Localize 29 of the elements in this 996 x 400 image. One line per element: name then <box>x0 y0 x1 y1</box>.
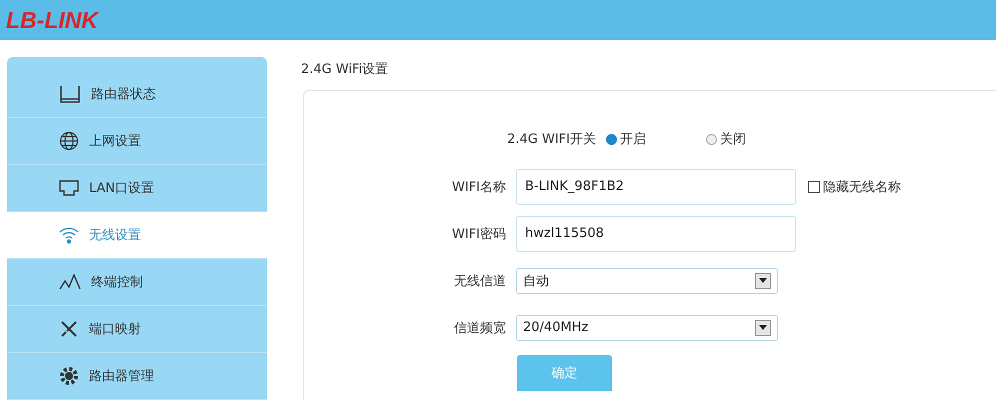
wifi-icon <box>59 226 79 244</box>
field-label: WIFI名称 <box>451 178 507 196</box>
sidebar-item[interactable]: 路由器管理 <box>7 353 267 400</box>
field-label: 2.4G WIFI开关 <box>506 131 597 148</box>
input-field[interactable]: B-LINK_98F1B2 <box>516 168 796 204</box>
field-label: 无线信道 <box>453 272 507 290</box>
radio-option[interactable]: 关闭 <box>706 130 806 148</box>
input-field[interactable]: hwzl115508 <box>516 216 796 252</box>
tools-icon <box>59 319 79 339</box>
router-icon <box>59 85 81 103</box>
gear-icon <box>59 366 79 386</box>
sidebar-item[interactable]: 路由器状态 <box>7 71 267 118</box>
sidebar-item[interactable]: 无线设置 <box>7 212 267 259</box>
line-graph-icon <box>59 274 81 290</box>
globe-icon <box>59 131 79 151</box>
sidebar-item[interactable]: 终端控制 <box>7 259 267 306</box>
section-title: 2.4G WiFi设置 <box>301 61 390 79</box>
field-label: 信道频宽 <box>453 320 507 336</box>
ethernet-port-icon <box>59 180 79 196</box>
caret-icon <box>755 320 771 336</box>
dropdown-field[interactable]: 自动 <box>516 268 778 294</box>
checkbox[interactable]: 隐藏无线名称 <box>808 178 901 196</box>
field-label: WIFI密码 <box>451 226 507 242</box>
dropdown-field[interactable]: 20/40MHz <box>516 314 778 340</box>
radio-option[interactable]: 开启 <box>606 130 706 148</box>
sidebar-item[interactable]: 端口映射 <box>7 306 267 353</box>
caret-icon <box>755 272 771 288</box>
sidebar-item[interactable]: 上网设置 <box>7 118 267 165</box>
brand-logo: LB-LINK <box>6 6 98 34</box>
